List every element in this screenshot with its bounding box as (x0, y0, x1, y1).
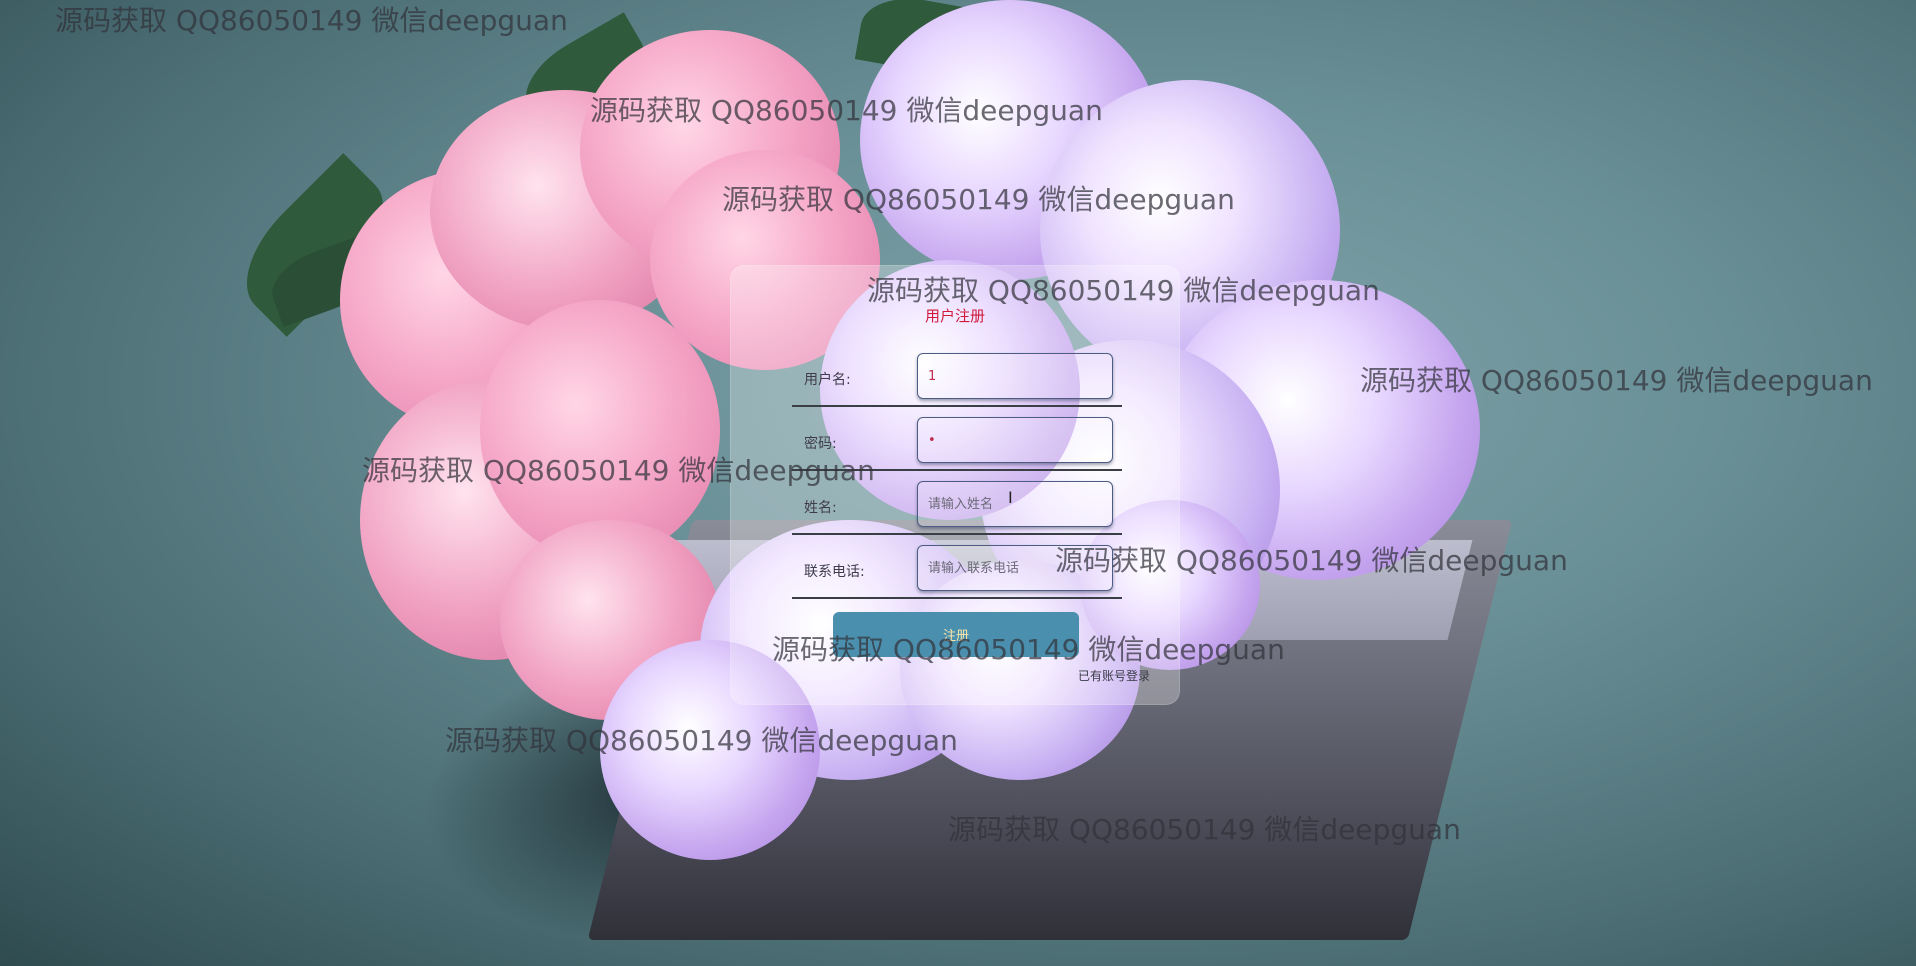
password-label: 密码: (804, 436, 837, 452)
name-row: 姓名: (792, 481, 1122, 535)
text-cursor-icon: I (1008, 488, 1013, 507)
watermark-text: 源码获取 QQ86050149 微信deepguan (867, 274, 1380, 307)
watermark-text: 源码获取 QQ86050149 微信deepguan (1055, 544, 1568, 577)
login-link[interactable]: 已有账号登录 (1078, 667, 1150, 684)
username-label: 用户名: (804, 372, 851, 388)
username-input[interactable] (917, 353, 1113, 399)
watermark-text: 源码获取 QQ86050149 微信deepguan (1360, 364, 1873, 397)
password-input[interactable] (917, 417, 1113, 463)
phone-label: 联系电话: (804, 564, 865, 580)
watermark-text: 源码获取 QQ86050149 微信deepguan (55, 4, 568, 37)
username-row: 用户名: (792, 353, 1122, 407)
watermark-text: 源码获取 QQ86050149 微信deepguan (445, 724, 958, 757)
watermark-text: 源码获取 QQ86050149 微信deepguan (722, 183, 1235, 216)
name-label: 姓名: (804, 500, 837, 516)
watermark-text: 源码获取 QQ86050149 微信deepguan (948, 813, 1461, 846)
page: 用户注册 用户名: 密码: 姓名: 联系电话: 注册 已有账号登录 I 源码获取… (0, 0, 1916, 966)
watermark-text: 源码获取 QQ86050149 微信deepguan (362, 454, 875, 487)
watermark-text: 源码获取 QQ86050149 微信deepguan (772, 633, 1285, 666)
watermark-text: 源码获取 QQ86050149 微信deepguan (590, 94, 1103, 127)
form-title: 用户注册 (924, 307, 985, 325)
